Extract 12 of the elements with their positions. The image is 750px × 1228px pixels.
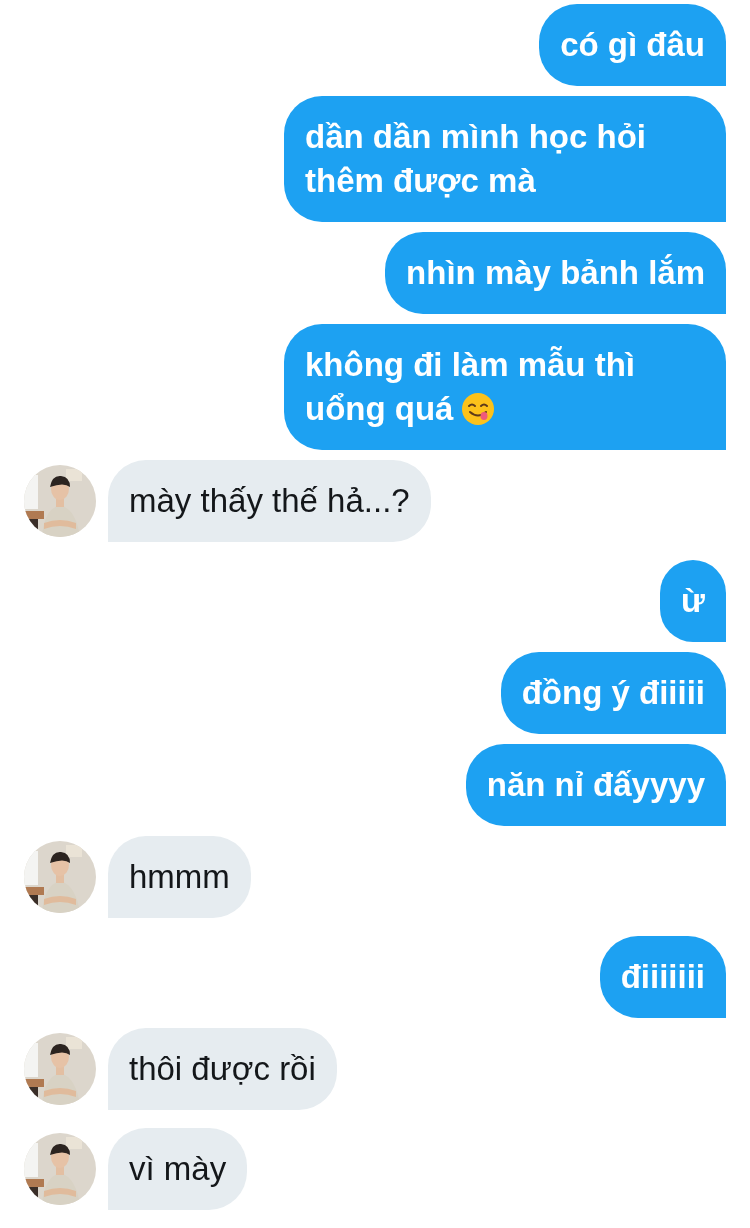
message-bubble: ừ — [660, 560, 726, 642]
message-bubble: thôi được rồi — [108, 1028, 337, 1110]
message-bubble: có gì đâu — [539, 4, 726, 86]
message-bubble: đồng ý điiiii — [500, 652, 726, 734]
message-bubble: điiiiiii — [599, 936, 726, 1018]
message-bubble: vì mày — [108, 1128, 248, 1210]
message-bubble: dần dần mình học hỏi thêm được mà — [284, 96, 726, 222]
message-bubble: nhìn mày bảnh lắm — [385, 232, 726, 314]
message-bubble: hmmm — [108, 836, 251, 918]
message-bubble: mày thấy thế hả...? — [108, 460, 431, 542]
message-bubble: không đi làm mẫu thì uổng quá — [284, 324, 726, 450]
message-bubble: năn nỉ đấyyyy — [465, 744, 726, 826]
